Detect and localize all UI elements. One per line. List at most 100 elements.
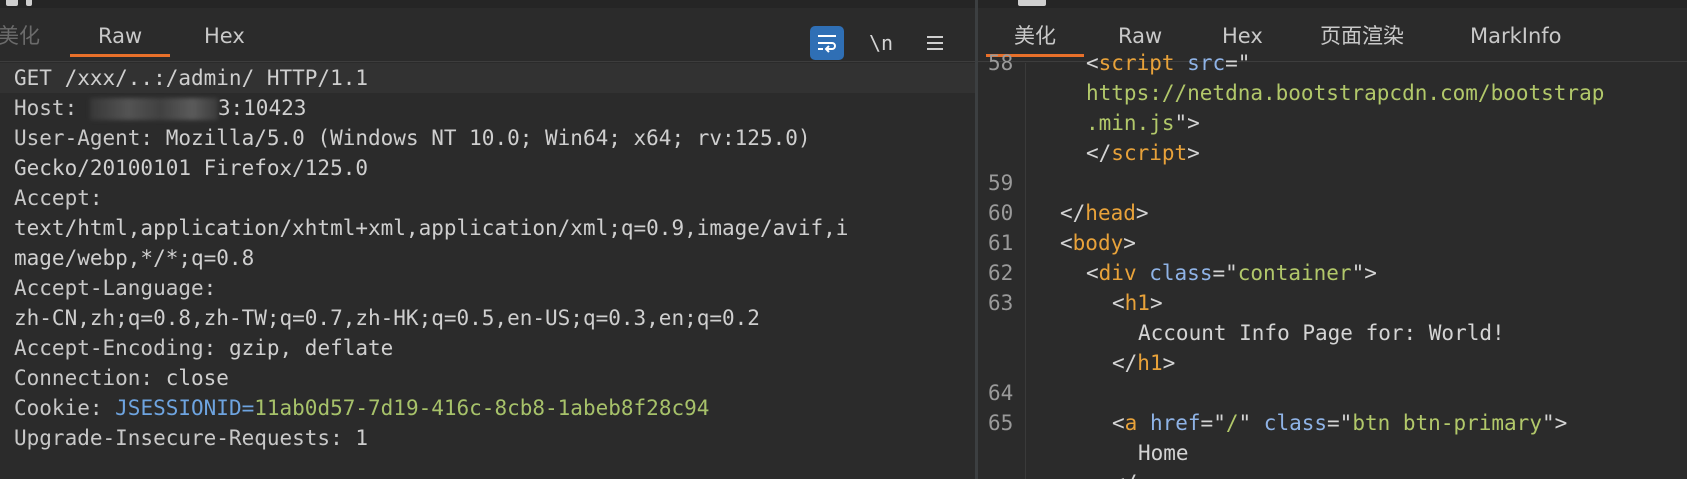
show-newlines-button[interactable]: \n [864, 26, 898, 60]
header-value: close [153, 366, 229, 390]
header-name: Upgrade-Insecure-Requests: [14, 426, 343, 450]
tab-label: Hex [1222, 24, 1263, 48]
header-value: gzip, deflate [216, 336, 394, 360]
header-value: Gecko/20100101 Firefox/125.0 [14, 156, 369, 180]
code-text: <script src=" [1034, 48, 1250, 78]
code-line: </script> [978, 138, 1687, 168]
code-text: <h1> [1034, 288, 1163, 318]
header-line-user-agent: User-Agent: Mozilla/5.0 (Windows NT 10.0… [0, 123, 976, 153]
code-line: https://netdna.bootstrapcdn.com/bootstra… [978, 78, 1687, 108]
token-punc: "> [1351, 261, 1377, 285]
line-number: 60 [988, 201, 1014, 225]
token-punc: < [1112, 411, 1125, 435]
line-number: 58 [988, 51, 1014, 75]
request-editor[interactable]: GET /xxx/..:/admin/ HTTP/1.1 Host: 3:104… [0, 63, 976, 479]
header-value: zh-CN,zh;q=0.8,zh-TW;q=0.7,zh-HK;q=0.5,e… [14, 306, 760, 330]
token-str: container [1237, 261, 1352, 285]
cookie-name: JSESSIONID= [102, 396, 255, 420]
header-continuation: mage/webp,*/*;q=0.8 [0, 243, 976, 273]
token-punc: < [1086, 51, 1099, 75]
token-tag: a [1124, 411, 1138, 435]
code-text: Home [1034, 438, 1189, 468]
header-line-upgrade-insecure: Upgrade-Insecure-Requests: 1 [0, 423, 976, 453]
token-punc: "> [1541, 411, 1568, 435]
token-punc: </ [1112, 351, 1138, 375]
response-editor[interactable]: 58 <script src=" https://netdna.bootstrapc… [978, 51, 1687, 479]
token-punc: =" [1212, 261, 1238, 285]
tab-label: Raw [98, 24, 143, 48]
request-line-text: GET /xxx/..:/admin/ HTTP/1.1 [14, 66, 369, 90]
token-punc: < [1112, 291, 1125, 315]
code-text: <div class="container"> [1034, 258, 1377, 288]
token-attr: class [1149, 261, 1213, 285]
token-tag: h1 [1124, 291, 1150, 315]
token-punc: </ [1112, 471, 1137, 479]
code-line: 61 <body> [978, 228, 1687, 258]
code-line: .min.js"> [978, 108, 1687, 138]
token-punc: > [1187, 141, 1200, 165]
code-line: 60 </head> [978, 198, 1687, 228]
line-number: 59 [988, 171, 1014, 195]
header-name: Accept-Language: [14, 276, 217, 300]
header-name: Accept-Encoding: [14, 336, 217, 360]
token-punc: =" [1200, 411, 1226, 435]
token-txtc: Home [1138, 441, 1189, 465]
line-number: 62 [988, 261, 1014, 285]
token-str: .min.js [1086, 111, 1175, 135]
host-port: 3:10423 [217, 96, 307, 120]
token-attr: class [1263, 411, 1328, 435]
header-name: Cookie: [14, 396, 103, 420]
line-number: 63 [988, 291, 1014, 315]
header-continuation: Gecko/20100101 Firefox/125.0 [0, 153, 976, 183]
token-tag: div [1098, 261, 1137, 285]
token-punc: > [1162, 351, 1176, 375]
tab-label: Hex [204, 24, 245, 48]
tab-pretty[interactable]: 美化 [0, 22, 40, 54]
tab-label: 美化 [1014, 24, 1056, 48]
header-line-accept-encoding: Accept-Encoding: gzip, deflate [0, 333, 976, 363]
line-number: 61 [988, 231, 1014, 255]
code-text: .min.js"> [1034, 108, 1200, 138]
cookie-value: 11ab0d57-7d19-416c-8cb8-1abeb8f28c94 [254, 396, 710, 420]
tab-raw[interactable]: Raw [70, 22, 171, 57]
token-punc [1175, 51, 1188, 75]
wrap-lines-icon [818, 35, 836, 53]
line-number: 64 [988, 381, 1014, 405]
token-punc: > [1149, 291, 1163, 315]
header-value: text/html,application/xhtml+xml,applicat… [14, 216, 849, 240]
token-punc: < [1060, 231, 1073, 255]
code-line: </h1> [978, 348, 1687, 378]
header-name: Host: [14, 96, 78, 120]
token-tag: script [1098, 51, 1175, 75]
token-punc: </ [1060, 201, 1086, 225]
token-tag: body [1072, 231, 1124, 255]
tab-hex[interactable]: Hex [204, 22, 245, 54]
token-punc [1137, 261, 1150, 285]
code-text: </script> [1034, 138, 1200, 168]
token-punc: =" [1225, 51, 1251, 75]
token-punc: > [1135, 201, 1149, 225]
wrap-lines-button[interactable] [810, 26, 844, 60]
code-text: <a href="/" class="btn btn-primary"> [1034, 408, 1567, 438]
clipped-title-fragment [26, 0, 32, 6]
token-punc: > [1123, 231, 1136, 255]
redacted-host [89, 98, 218, 120]
token-str: / [1225, 411, 1239, 435]
response-pane: 美化 Raw Hex 页面渲染 MarkInfo 58 <script src="… [978, 0, 1687, 479]
token-tag: h1 [1137, 351, 1163, 375]
code-line: Home [978, 438, 1687, 468]
code-text: Account Info Page for: World! [1034, 318, 1505, 348]
header-line-cookie: Cookie: JSESSIONID=11ab0d57-7d19-416c-8c… [0, 393, 976, 423]
line-number: 65 [988, 411, 1014, 435]
header-value: Mozilla/5.0 (Windows NT 10.0; Win64; x64… [153, 126, 811, 150]
request-pane: 美化 Raw Hex \n GET /xxx/..:/admin/ HTTP/1… [0, 0, 976, 479]
token-punc: =" [1327, 411, 1353, 435]
pane-menu-button[interactable] [918, 26, 952, 60]
token-punc: < [1086, 261, 1099, 285]
tab-label: Raw [1118, 24, 1163, 48]
request-line: GET /xxx/..:/admin/ HTTP/1.1 [0, 63, 976, 93]
code-text: https://netdna.bootstrapcdn.com/bootstra… [1034, 78, 1604, 108]
header-name: Accept: [14, 186, 103, 210]
clipped-title-fragment [1018, 0, 1046, 6]
header-continuation: zh-CN,zh;q=0.8,zh-TW;q=0.7,zh-HK;q=0.5,e… [0, 303, 976, 333]
